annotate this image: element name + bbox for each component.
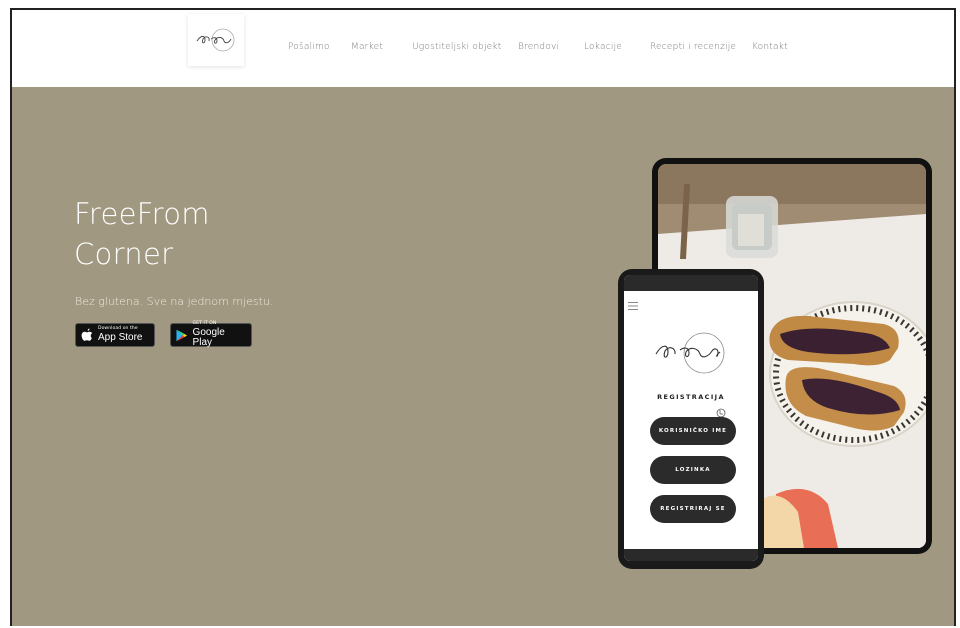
google-play-icon bbox=[176, 329, 188, 341]
phone-nav-bar bbox=[624, 549, 758, 561]
nav-link-recepti-i-recenzije[interactable]: Recepti i recenzije bbox=[650, 42, 736, 52]
phone-status-bar bbox=[624, 275, 758, 291]
username-button[interactable]: KORISNIČKO IME bbox=[650, 417, 736, 445]
top-navbar: Pošalimo Market Ugostiteljski objekt Bre… bbox=[12, 10, 954, 87]
phone-mockup: REGISTRACIJA KORISNIČKO IME LOZINKA REGI… bbox=[618, 269, 764, 569]
hero-subtitle: Bez glutena. Sve na jednom mjestu. bbox=[75, 295, 274, 308]
hero-title-line2: Corner bbox=[74, 237, 174, 271]
nav-link-brendovi[interactable]: Brendovi bbox=[518, 42, 559, 52]
apple-icon bbox=[81, 328, 93, 341]
registration-title: REGISTRACIJA bbox=[657, 393, 725, 401]
hero-title: FreeFrom Corner bbox=[74, 194, 314, 274]
app-store-button[interactable]: Download on the App Store bbox=[75, 323, 155, 347]
hamburger-menu-icon[interactable] bbox=[628, 295, 638, 314]
app-logo bbox=[654, 330, 730, 380]
hero-title-line1: FreeFrom bbox=[74, 197, 210, 231]
nav-link-market[interactable]: Market bbox=[351, 42, 383, 52]
phone-app-screen: REGISTRACIJA KORISNIČKO IME LOZINKA REGI… bbox=[624, 275, 758, 561]
logo-icon bbox=[196, 28, 235, 52]
password-button[interactable]: LOZINKA bbox=[650, 456, 736, 484]
nav-link-posalimo[interactable]: Pošalimo bbox=[288, 42, 330, 52]
logo-icon bbox=[655, 332, 725, 374]
browser-frame: Pošalimo Market Ugostiteljski objekt Bre… bbox=[10, 8, 956, 626]
nav-link-kontakt[interactable]: Kontakt bbox=[752, 42, 788, 52]
site-logo[interactable] bbox=[188, 14, 244, 66]
register-button[interactable]: REGISTRIRAJ SE bbox=[650, 495, 736, 523]
hero-section: FreeFrom Corner Bez glutena. Sve na jedn… bbox=[12, 87, 954, 626]
nav-link-lokacije[interactable]: Lokacije bbox=[584, 42, 622, 52]
nav-link-ugostiteljski-objekt[interactable]: Ugostiteljski objekt bbox=[412, 42, 502, 52]
google-play-button[interactable]: GET IT ON Google Play bbox=[170, 322, 252, 348]
google-play-big-text: Google Play bbox=[192, 326, 225, 348]
app-store-big-text: App Store bbox=[98, 331, 143, 343]
